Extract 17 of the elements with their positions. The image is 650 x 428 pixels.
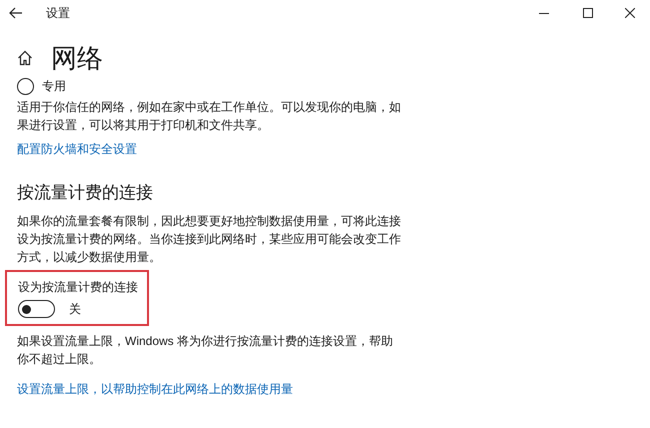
back-arrow-icon <box>9 7 23 19</box>
profile-description: 适用于你信任的网络，例如在家中或在工作单位。可以发现你的电脑，如果进行设置，可以将其用于打印机和文件共享。 <box>17 99 402 134</box>
window-title: 设置 <box>46 5 70 22</box>
home-icon[interactable] <box>17 50 33 66</box>
radio-label: 专用 <box>42 78 66 95</box>
data-limit-link[interactable]: 设置流量上限，以帮助控制在此网络上的数据使用量 <box>17 380 293 398</box>
close-icon <box>625 8 635 18</box>
metered-description: 如果你的流量套餐有限制，因此想要更好地控制数据使用量，可将此连接设为按流量计费的网络。当你连接到此网络时，某些应用可能会改变工作方式，以减少数据使用量。 <box>17 213 402 266</box>
firewall-link[interactable]: 配置防火墙和安全设置 <box>17 140 137 158</box>
radio-button[interactable] <box>17 78 34 94</box>
toggle-switch[interactable] <box>18 300 55 318</box>
page-title: 网络 <box>51 42 103 74</box>
limit-note: 如果设置流量上限，Windows 将为你进行按流量计费的连接设置，帮助你不超过上限。 <box>17 333 394 368</box>
toggle-state: 关 <box>69 301 81 318</box>
maximize-icon <box>583 8 593 18</box>
toggle-label: 设为按流量计费的连接 <box>18 279 139 296</box>
section-heading: 按流量计费的连接 <box>17 182 154 204</box>
